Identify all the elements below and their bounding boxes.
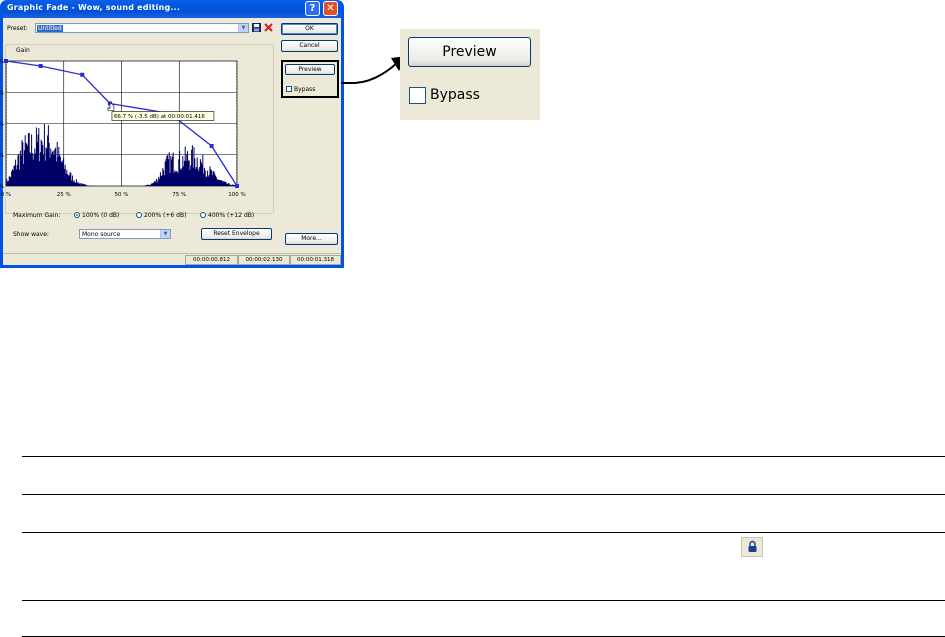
max-gain-radio-200[interactable] [136, 212, 142, 218]
envelope-node[interactable] [235, 184, 239, 188]
envelope-node[interactable] [4, 59, 8, 63]
table-rule [22, 456, 945, 457]
zoom-preview-button: Preview [408, 37, 531, 67]
preset-value: Untitled [37, 25, 63, 32]
title-bar[interactable]: Graphic Fade - Wow, sound editing... ? ✕ [3, 0, 341, 18]
callout-highlight [281, 60, 339, 98]
max-gain-radio-400[interactable] [200, 212, 206, 218]
zoom-bypass-label: Bypass [430, 87, 480, 103]
reset-envelope-button[interactable]: Reset Envelope [201, 228, 272, 240]
chevron-down-icon[interactable]: ▼ [160, 230, 170, 238]
max-gain-option-200: 200% (+6 dB) [144, 212, 187, 219]
callout-arrow [341, 56, 407, 84]
envelope-node[interactable] [80, 72, 85, 77]
save-icon[interactable] [252, 23, 261, 32]
y-tick-label: 100 % [0, 59, 4, 65]
envelope-tooltip: 66.7 % (-3.5 dB) at 00:00:01.416 [111, 111, 215, 121]
show-wave-value: Mono source [82, 231, 121, 238]
table-rule [22, 494, 945, 495]
y-tick-label: 0 % [0, 184, 4, 190]
lock-icon [741, 537, 763, 557]
zoom-inset: Preview Bypass [400, 29, 540, 120]
table-rule [22, 600, 945, 601]
more-button[interactable]: More... [285, 233, 338, 245]
show-wave-label: Show wave: [13, 231, 49, 238]
x-tick-label: 75 % [172, 192, 186, 198]
preset-label: Preset: [7, 25, 28, 32]
preset-combo[interactable]: Untitled ▼ [35, 23, 249, 33]
max-gain-radio-100[interactable] [74, 212, 80, 218]
max-gain-label: Maximum Gain: [13, 212, 61, 219]
tooltip-text: 66.7 % (-3.5 dB) at 00:00:01.416 [114, 114, 205, 120]
x-tick-label: 25 % [57, 192, 71, 198]
gain-envelope-chart[interactable]: 100 % 75 % 50 % 25 % 0 % 0 % 25 % 50 % 75 % 100 … [0, 59, 246, 198]
envelope-node[interactable] [209, 144, 214, 148]
window-title: Graphic Fade - Wow, sound editing... [7, 3, 181, 12]
table-rule [22, 532, 945, 533]
x-tick-label: 0 % [1, 192, 11, 198]
show-wave-combo[interactable]: Mono source ▼ [79, 229, 171, 239]
status-selection-end: 00:00:02.130 [238, 255, 290, 265]
status-selection-length: 00:00:01.318 [290, 255, 341, 265]
chevron-down-icon[interactable]: ▼ [238, 24, 248, 32]
y-tick-label: 50 % [0, 122, 4, 128]
status-selection-start: 00:00:00.812 [185, 255, 238, 265]
max-gain-option-100: 100% (0 dB) [82, 212, 120, 219]
zoom-bypass-checkbox [409, 87, 426, 104]
help-button[interactable]: ? [305, 1, 320, 16]
gain-group-label: Gain [16, 47, 30, 54]
delete-icon[interactable] [264, 23, 273, 32]
close-button[interactable]: ✕ [323, 1, 338, 16]
y-tick-label: 75 % [0, 90, 4, 96]
x-tick-label: 100 % [228, 192, 245, 198]
y-tick-label: 25 % [0, 153, 4, 159]
x-tick-label: 50 % [115, 192, 129, 198]
ok-button[interactable]: OK [281, 23, 338, 35]
cancel-button[interactable]: Cancel [281, 40, 338, 52]
max-gain-option-400: 400% (+12 dB) [208, 212, 255, 219]
envelope-node[interactable] [38, 64, 43, 68]
status-bar: 00:00:00.812 00:00:02.130 00:00:01.318 [3, 253, 341, 266]
